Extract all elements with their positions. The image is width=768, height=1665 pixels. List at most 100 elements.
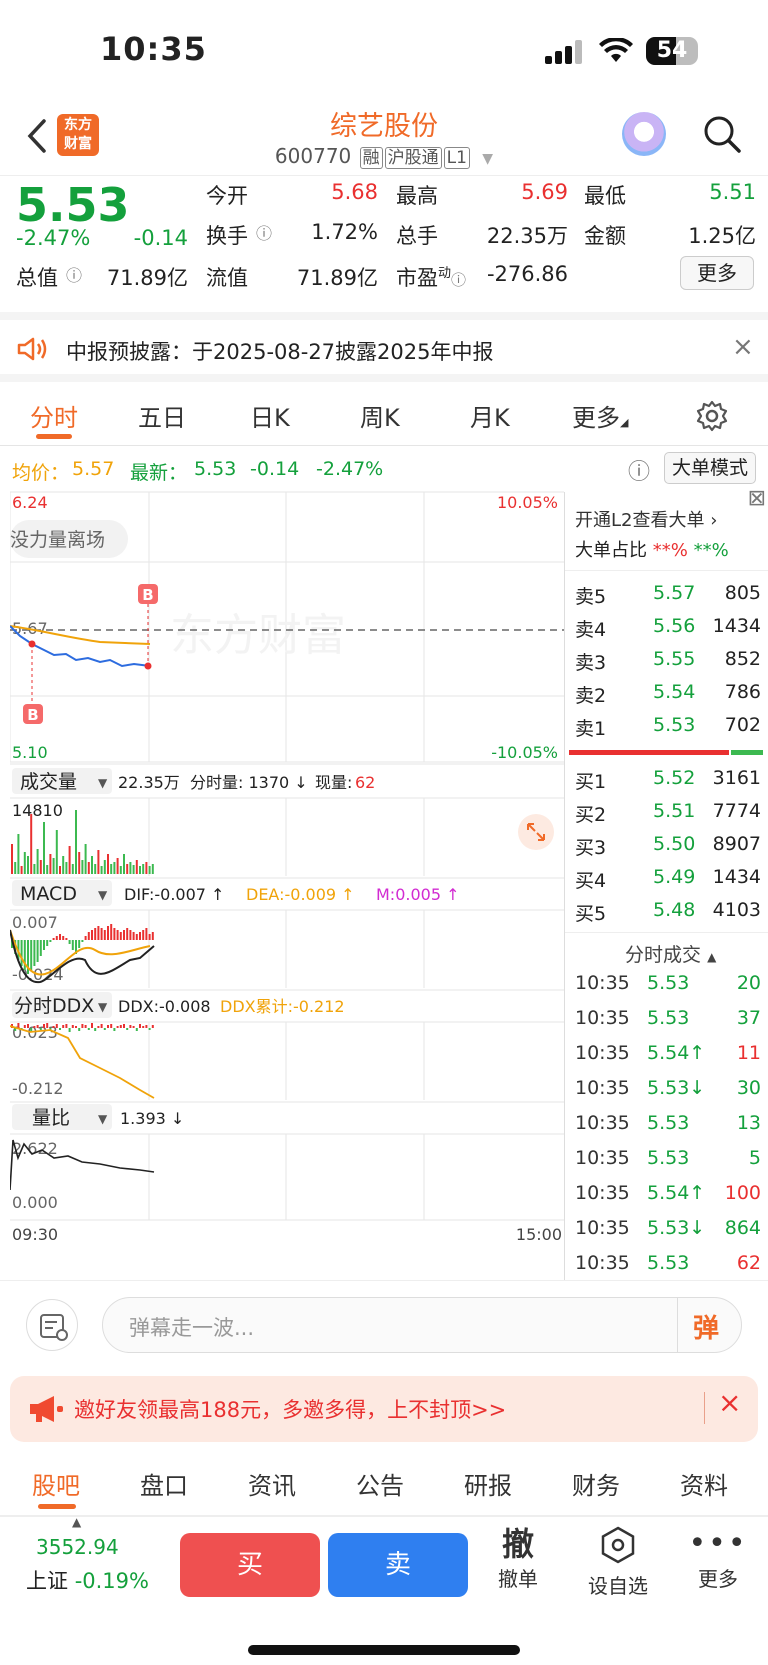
- add-watchlist-button[interactable]: 设自选: [578, 1525, 658, 1599]
- bid-row-2[interactable]: 买2 5.51 7774: [575, 800, 761, 830]
- bar: [55, 936, 58, 940]
- send-danmu-icon[interactable]: 弹: [693, 1308, 719, 1345]
- bar: [97, 850, 100, 874]
- gear-icon[interactable]: [696, 400, 728, 432]
- bid-row-5[interactable]: 买5 5.48 4103: [575, 899, 761, 929]
- tab-finance[interactable]: 财务: [572, 1466, 620, 1501]
- tab-announcements[interactable]: 公告: [356, 1466, 404, 1501]
- l2-link[interactable]: 开通L2查看大单 ›: [575, 506, 717, 532]
- ticks-title[interactable]: 分时成交 ▲: [625, 940, 716, 967]
- tab-more[interactable]: 更多◢: [572, 398, 628, 433]
- help-icon[interactable]: ⓘ: [628, 454, 650, 486]
- bar: [116, 930, 119, 940]
- hexagon-icon: [601, 1526, 635, 1564]
- danmu-list-icon[interactable]: [26, 1299, 78, 1351]
- more-button[interactable]: ••• 更多: [678, 1525, 758, 1592]
- ask-row-3[interactable]: 卖3 5.55 852: [575, 648, 761, 678]
- tab-profile[interactable]: 资料: [680, 1466, 728, 1501]
- ddx-value: DDX:-0.008: [118, 997, 211, 1016]
- big-ratio-row: 大单占比 **% **%: [575, 540, 729, 561]
- cancel-order-button[interactable]: 撤 撤单: [478, 1525, 558, 1592]
- invite-promo-banner[interactable]: 邀好友领最高188元，多邀多得，上不封顶>> ×: [10, 1376, 758, 1442]
- avg-label: 均价：: [12, 462, 70, 484]
- bar: [107, 926, 109, 940]
- bar: [62, 856, 65, 874]
- ask-row-2[interactable]: 卖2 5.54 786: [575, 681, 761, 711]
- tab-news[interactable]: 资讯: [248, 1466, 296, 1501]
- tab-research[interactable]: 研报: [464, 1466, 512, 1501]
- bar: [107, 1025, 109, 1028]
- bar: [71, 1025, 74, 1028]
- tab-intraday[interactable]: 分时: [30, 398, 78, 433]
- bid-row-3[interactable]: 买3 5.50 8907: [575, 833, 761, 863]
- stock-header: 东方 财富 综艺股份 600770 融沪股通 L1 ▼: [0, 100, 768, 176]
- close-icon[interactable]: ×: [718, 1386, 741, 1419]
- pe-label: 市盈动ⓘ: [396, 266, 467, 290]
- bar: [68, 846, 71, 874]
- bar: [116, 858, 119, 874]
- ask-row-4[interactable]: 卖4 5.56 1434: [575, 615, 761, 645]
- bar: [33, 940, 36, 966]
- vol-now-label: 现量:: [315, 773, 352, 792]
- info-icon: ⓘ: [451, 271, 467, 289]
- bar: [129, 1025, 132, 1028]
- bar: [71, 940, 74, 950]
- bar: [39, 940, 42, 956]
- bar: [78, 1028, 81, 1031]
- danmu-input[interactable]: 弹幕走一波... 弹: [102, 1297, 742, 1353]
- quote-panel: 5.53 -2.47% -0.14 今开 5.68 最高 5.69 最低 5.5…: [0, 176, 768, 320]
- bar: [100, 1024, 103, 1028]
- bid-row-1[interactable]: 买1 5.52 3161: [575, 767, 761, 797]
- bar: [97, 926, 100, 940]
- tab-5day[interactable]: 五日: [138, 398, 186, 433]
- bar: [33, 864, 36, 874]
- tab-weekly-k[interactable]: 周K: [360, 398, 400, 433]
- bar: [110, 1024, 113, 1028]
- bar: [49, 854, 52, 874]
- chart-canvas: 东方财富 没力量离场 6.24 5.67 5.10 10.05% -10.05%…: [9, 491, 564, 1244]
- tab-monthly-k[interactable]: 月K: [470, 398, 510, 433]
- sell-button[interactable]: 卖: [328, 1533, 468, 1597]
- bar: [43, 1024, 45, 1028]
- info-icon[interactable]: ⓘ: [66, 262, 82, 286]
- bar: [17, 834, 20, 874]
- info-icon[interactable]: ⓘ: [256, 220, 272, 244]
- buy-button[interactable]: 买: [180, 1533, 320, 1597]
- bar: [123, 1024, 125, 1028]
- ask-row-1[interactable]: 卖1 5.53 702: [575, 714, 761, 744]
- content-tabs: 股吧 盘口 资讯 公告 研报 财务 资料: [0, 1450, 768, 1516]
- volume-label: 总手: [396, 224, 438, 248]
- bar: [27, 856, 29, 874]
- search-icon[interactable]: [702, 114, 742, 154]
- tab-daily-k[interactable]: 日K: [250, 398, 290, 433]
- low-value: 5.51: [709, 180, 756, 204]
- high-label: 最高: [396, 184, 438, 208]
- bar: [119, 932, 122, 940]
- bar: [14, 862, 17, 874]
- index-row[interactable]: 上证 -0.19%: [26, 1565, 149, 1595]
- bar: [36, 940, 39, 962]
- tab-pankou[interactable]: 盘口: [140, 1466, 188, 1501]
- intraday-chart[interactable]: 东方财富 没力量离场 6.24 5.67 5.10 10.05% -10.05%…: [9, 490, 564, 1280]
- last-price: 5.53: [16, 178, 130, 232]
- close-icon[interactable]: ⊠: [748, 486, 766, 511]
- tab-guba[interactable]: 股吧: [32, 1466, 80, 1501]
- big-order-mode-button[interactable]: 大单模式: [664, 452, 756, 484]
- tag-connect: 沪股通: [384, 147, 442, 169]
- ask-row-5[interactable]: 卖5 5.57 805: [575, 582, 761, 612]
- turnover-label: 换手: [206, 224, 248, 248]
- bar: [123, 854, 125, 874]
- index-value[interactable]: 3552.94: [36, 1535, 119, 1559]
- close-icon[interactable]: ×: [732, 332, 754, 362]
- x-end: 15:00: [516, 1225, 562, 1244]
- tag-level: L1: [443, 147, 470, 169]
- index-expand-icon[interactable]: ▲: [72, 1515, 81, 1529]
- notice-bar[interactable]: 中报预披露：于2025-08-27披露2025年中报 ×: [0, 320, 768, 382]
- bar: [100, 928, 103, 940]
- bid-row-4[interactable]: 买4 5.49 1434: [575, 866, 761, 896]
- assistant-robot-icon[interactable]: [622, 112, 666, 156]
- bar: [39, 860, 42, 874]
- more-quote-button[interactable]: 更多: [680, 256, 754, 290]
- bar: [52, 1026, 55, 1028]
- vol-total: 22.35万: [118, 773, 180, 792]
